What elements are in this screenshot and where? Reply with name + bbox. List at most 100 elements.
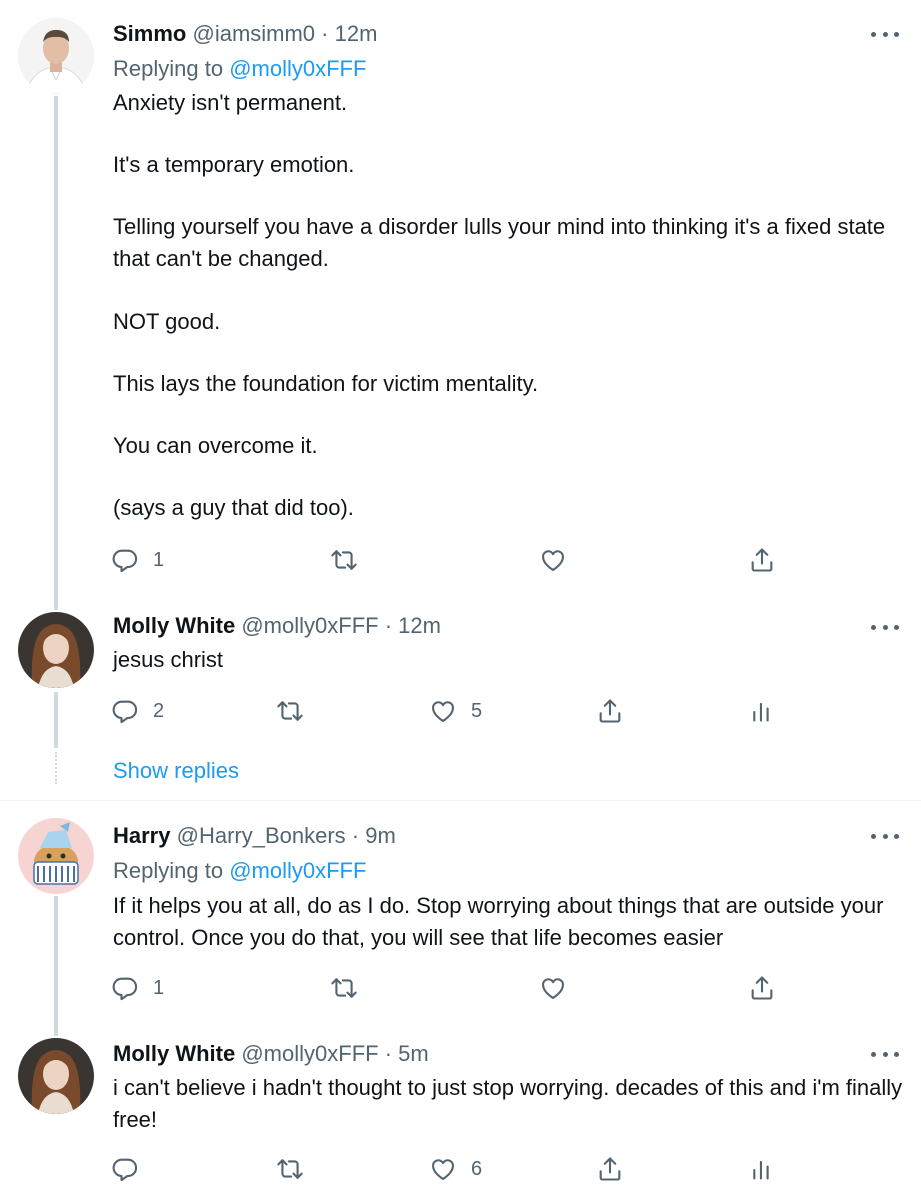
tweet-paragraph: NOT good. bbox=[113, 309, 221, 334]
share-icon bbox=[596, 697, 624, 725]
share-icon bbox=[748, 546, 776, 574]
user-handle[interactable]: @Harry_Bonkers bbox=[177, 823, 346, 848]
tweet-actions: 6 bbox=[0, 1155, 921, 1185]
timestamp[interactable]: 12m bbox=[398, 613, 441, 638]
retweet-button[interactable] bbox=[330, 546, 358, 574]
thread-line bbox=[54, 896, 58, 1026]
share-icon bbox=[748, 974, 776, 1002]
display-name[interactable]: Molly White bbox=[113, 613, 235, 638]
retweet-button[interactable] bbox=[276, 1155, 304, 1183]
reply-button[interactable] bbox=[111, 1155, 139, 1183]
tweet-paragraph: You can overcome it. bbox=[113, 433, 318, 458]
like-button[interactable] bbox=[539, 546, 567, 574]
tweet-text: jesus christ bbox=[113, 644, 903, 676]
analytics-icon bbox=[748, 697, 776, 725]
analytics-button[interactable] bbox=[748, 1155, 776, 1183]
tweet-paragraph: Anxiety isn't permanent. bbox=[113, 90, 348, 115]
more-icon[interactable] bbox=[871, 1049, 899, 1059]
tweet-simmo[interactable]: Simmo @iamsimm0 · 12m Replying to @molly… bbox=[0, 0, 921, 600]
retweet-icon bbox=[276, 1155, 304, 1183]
separator-dot: · bbox=[384, 1041, 393, 1066]
share-button[interactable] bbox=[748, 974, 776, 1002]
more-icon[interactable] bbox=[871, 622, 899, 632]
tweet-actions: 2 5 bbox=[0, 697, 921, 727]
display-name[interactable]: Simmo bbox=[113, 21, 186, 46]
tweet-paragraph: This lays the foundation for victim ment… bbox=[113, 371, 539, 396]
timestamp[interactable]: 12m bbox=[335, 21, 378, 46]
retweet-icon bbox=[330, 546, 358, 574]
analytics-icon bbox=[748, 1155, 776, 1183]
tweet-paragraph: It's a temporary emotion. bbox=[113, 152, 355, 177]
reply-icon bbox=[111, 546, 139, 574]
like-icon bbox=[539, 546, 567, 574]
tweet-header: Harry @Harry_Bonkers · 9m bbox=[113, 822, 396, 850]
retweet-button[interactable] bbox=[330, 974, 358, 1002]
show-replies-link[interactable]: Show replies bbox=[113, 758, 239, 784]
thread-line bbox=[54, 600, 58, 610]
tweet-molly-1[interactable]: Molly White @molly0xFFF · 12m jesus chri… bbox=[0, 600, 921, 800]
user-handle[interactable]: @iamsimm0 bbox=[192, 21, 315, 46]
user-handle[interactable]: @molly0xFFF bbox=[241, 1041, 378, 1066]
tweet-paragraph: Telling yourself you have a disorder lul… bbox=[113, 214, 886, 271]
display-name[interactable]: Harry bbox=[113, 823, 170, 848]
like-icon bbox=[429, 697, 457, 725]
more-icon[interactable] bbox=[871, 29, 899, 39]
share-button[interactable] bbox=[596, 697, 624, 725]
reply-button[interactable]: 1 bbox=[111, 546, 164, 574]
separator-dot: · bbox=[384, 613, 393, 638]
cartoon-dog-avatar[interactable] bbox=[18, 818, 94, 894]
like-icon bbox=[539, 974, 567, 1002]
like-button[interactable]: 5 bbox=[429, 697, 482, 725]
reply-button[interactable]: 1 bbox=[111, 974, 164, 1002]
separator-dot: · bbox=[321, 21, 329, 46]
tweet-harry[interactable]: Harry @Harry_Bonkers · 9m Replying to @m… bbox=[0, 801, 921, 1026]
tweet-paragraph: i can't believe i hadn't thought to just… bbox=[113, 1075, 903, 1132]
tweet-paragraph: If it helps you at all, do as I do. Stop… bbox=[113, 893, 884, 950]
reply-button[interactable]: 2 bbox=[111, 697, 164, 725]
tweet-header: Molly White @molly0xFFF · 12m bbox=[113, 612, 441, 640]
like-icon bbox=[429, 1155, 457, 1183]
reply-icon bbox=[111, 1155, 139, 1183]
reply-count: 1 bbox=[153, 976, 165, 999]
timestamp[interactable]: 5m bbox=[398, 1041, 429, 1066]
retweet-icon bbox=[330, 974, 358, 1002]
like-count: 5 bbox=[471, 699, 483, 722]
tweet-paragraph: jesus christ bbox=[113, 647, 224, 672]
mention-link[interactable]: @molly0xFFF bbox=[229, 56, 366, 81]
share-button[interactable] bbox=[748, 546, 776, 574]
tweet-paragraph: (says a guy that did too). bbox=[113, 495, 354, 520]
like-button[interactable]: 6 bbox=[429, 1155, 482, 1183]
share-icon bbox=[596, 1155, 624, 1183]
thread-line bbox=[54, 1026, 58, 1036]
tweet-header: Molly White @molly0xFFF · 5m bbox=[113, 1040, 429, 1068]
tweet-header: Simmo @iamsimm0 · 12m bbox=[113, 20, 377, 48]
more-icon[interactable] bbox=[871, 831, 899, 841]
replying-to: Replying to @molly0xFFF bbox=[113, 857, 366, 885]
like-button[interactable] bbox=[539, 974, 567, 1002]
reply-count: 2 bbox=[153, 699, 165, 722]
tweet-text: i can't believe i hadn't thought to just… bbox=[113, 1072, 903, 1135]
thread-gap bbox=[55, 752, 57, 784]
tweet-molly-2[interactable]: Molly White @molly0xFFF · 5m i can't bel… bbox=[0, 1026, 921, 1200]
user-handle[interactable]: @molly0xFFF bbox=[241, 613, 378, 638]
retweet-icon bbox=[276, 697, 304, 725]
thread-line bbox=[54, 96, 58, 600]
replying-prefix: Replying to bbox=[113, 56, 224, 81]
share-button[interactable] bbox=[596, 1155, 624, 1183]
separator-dot: · bbox=[351, 823, 360, 848]
mention-link[interactable]: @molly0xFFF bbox=[229, 858, 366, 883]
display-name[interactable]: Molly White bbox=[113, 1041, 235, 1066]
reply-icon bbox=[111, 974, 139, 1002]
reply-icon bbox=[111, 697, 139, 725]
man-avatar[interactable] bbox=[18, 18, 94, 94]
replying-prefix: Replying to bbox=[113, 858, 224, 883]
replying-to: Replying to @molly0xFFF bbox=[113, 55, 366, 83]
tweet-actions: 1 bbox=[0, 546, 921, 576]
reply-count: 1 bbox=[153, 548, 165, 571]
timestamp[interactable]: 9m bbox=[365, 823, 396, 848]
like-count: 6 bbox=[471, 1157, 483, 1180]
analytics-button[interactable] bbox=[748, 697, 776, 725]
woman-avatar[interactable] bbox=[18, 612, 94, 688]
retweet-button[interactable] bbox=[276, 697, 304, 725]
woman-avatar[interactable] bbox=[18, 1038, 94, 1114]
